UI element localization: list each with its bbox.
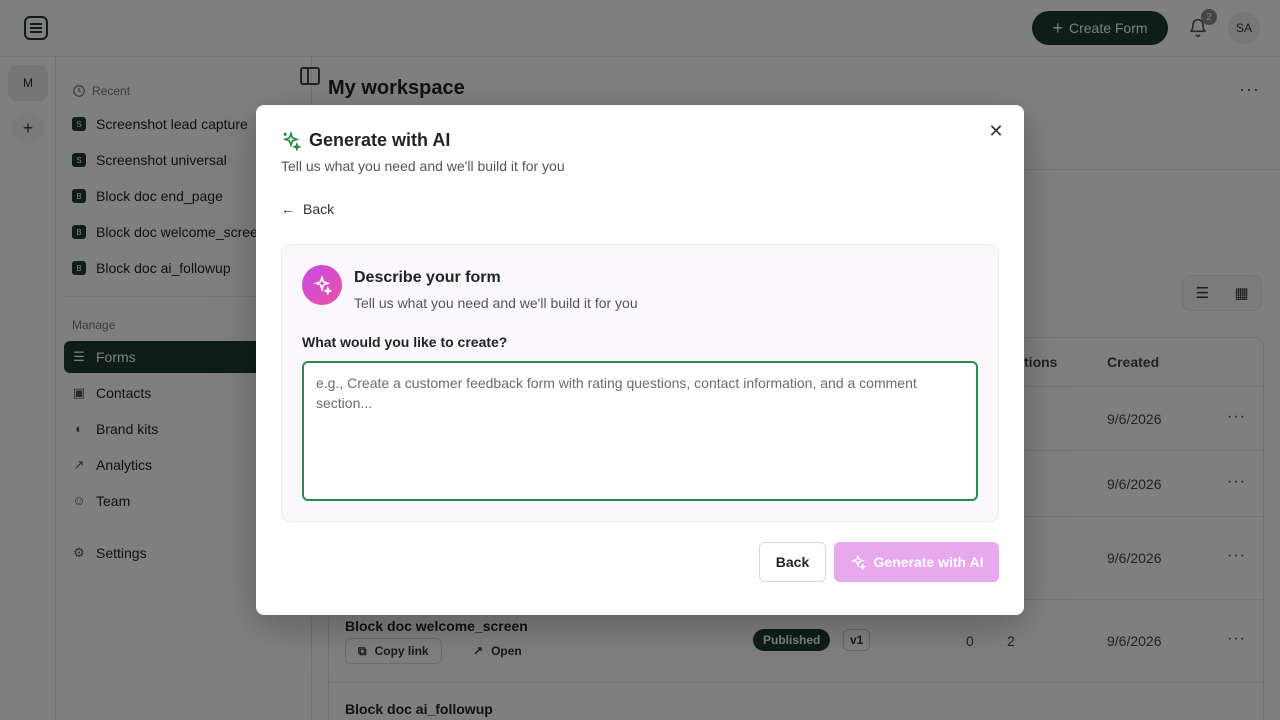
generate-button[interactable]: Generate with AI (834, 542, 999, 582)
back-link[interactable]: ← Back (281, 201, 334, 217)
generate-button-label: Generate with AI (873, 554, 984, 570)
describe-form-card: Describe your form Tell us what you need… (281, 244, 999, 522)
ai-badge (302, 265, 342, 305)
card-subtitle: Tell us what you need and we'll build it… (354, 295, 638, 311)
card-title: Describe your form (354, 269, 501, 286)
generate-ai-dialog: ✕ Generate with AI Tell us what you need… (256, 105, 1024, 615)
dialog-title-text: Generate with AI (309, 130, 451, 150)
dialog-title: Generate with AI (281, 130, 450, 151)
close-icon[interactable]: ✕ (986, 121, 1006, 141)
sparkles-icon (282, 130, 301, 151)
prompt-textarea[interactable] (302, 361, 978, 501)
arrow-left-icon: ← (281, 201, 295, 217)
sparkles-icon (313, 275, 332, 295)
back-link-label: Back (303, 201, 335, 217)
back-button[interactable]: Back (759, 542, 826, 582)
prompt-field-label: What would you like to create? (302, 334, 508, 350)
dialog-subtitle: Tell us what you need and we'll build it… (281, 158, 565, 174)
sparkles-icon (850, 554, 866, 570)
